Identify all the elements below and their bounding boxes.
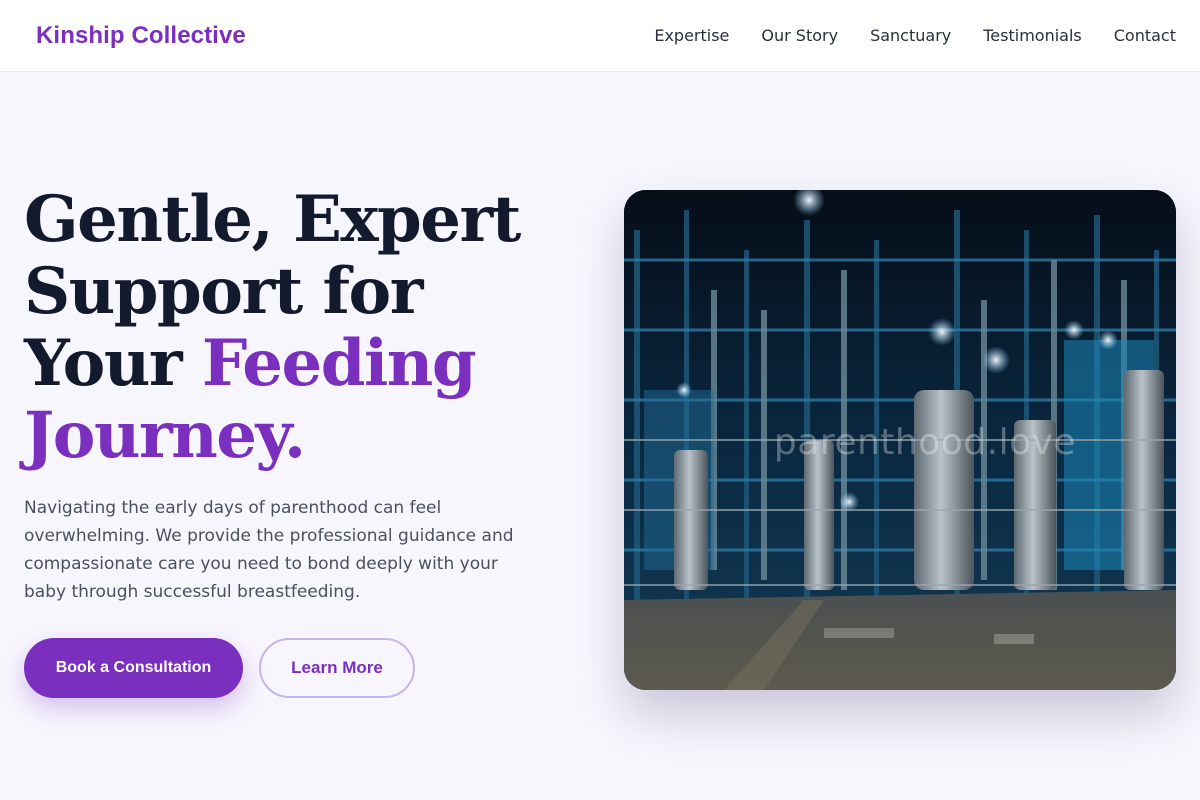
nav-item-testimonials[interactable]: Testimonials <box>983 26 1082 45</box>
book-consultation-button[interactable]: Book a Consultation <box>24 638 243 698</box>
hero-image: parenthood.love <box>624 190 1176 690</box>
learn-more-button[interactable]: Learn More <box>259 638 415 698</box>
hero-title-line-2: Support for <box>24 254 423 329</box>
hero-title: Gentle, Expert Support for Your Feeding Jou… <box>24 184 584 472</box>
image-watermark: parenthood.love <box>773 422 1077 463</box>
brand-logo[interactable]: Kinship Collective <box>36 22 246 50</box>
hero-title-accent-journey: Journey. <box>24 398 306 473</box>
hero-description: Navigating the early days of parenthood … <box>24 498 514 602</box>
nav-item-expertise[interactable]: Expertise <box>654 26 729 45</box>
hero-title-accent-feeding: Feeding <box>201 326 477 401</box>
nav-item-our-story[interactable]: Our Story <box>761 26 838 45</box>
nav-item-contact[interactable]: Contact <box>1114 26 1176 45</box>
main-nav: Expertise Our Story Sanctuary Testimonia… <box>654 26 1176 45</box>
hero-title-line-1: Gentle, Expert <box>24 182 521 257</box>
hero-title-line-3: Your <box>24 326 202 401</box>
nav-item-sanctuary[interactable]: Sanctuary <box>870 26 951 45</box>
site-header: Kinship Collective Expertise Our Story S… <box>0 0 1200 72</box>
